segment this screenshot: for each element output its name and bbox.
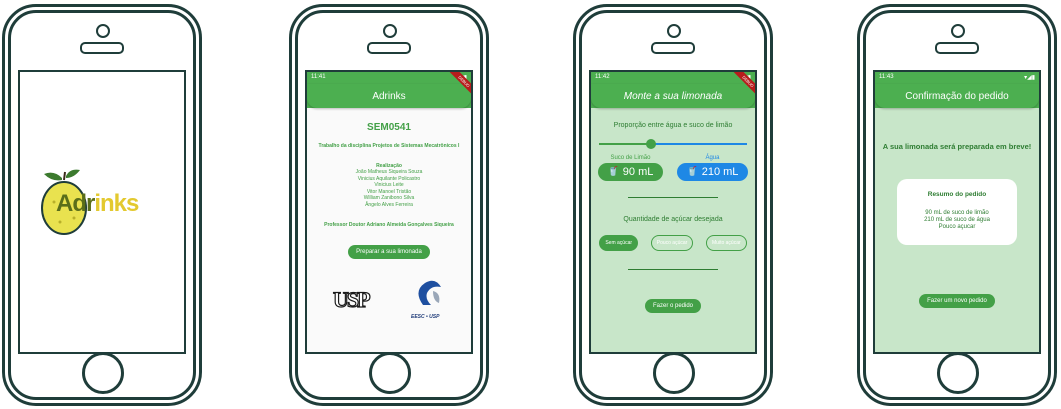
proportion-slider[interactable]	[599, 139, 747, 149]
status-bar: 11:41 ▾◢▮	[307, 72, 471, 84]
authors-list: João Matheus Siqueira Souza Vinicius Aqu…	[307, 169, 471, 208]
camera-icon	[667, 24, 681, 38]
config-screen: 11:42 ▾◢▮ Monte a sua limonada DEBUG Pro…	[589, 70, 757, 354]
prepare-lemonade-button[interactable]: Preparar a sua limonada	[348, 245, 430, 259]
speaker-icon	[935, 42, 979, 54]
adrinks-logo: Adrinks	[40, 168, 180, 238]
summary-line: 90 mL de suco de limão	[925, 210, 989, 216]
phone-home: 11:41 ▾◢▮ Adrinks DEBUG SEM0541 Trabalho…	[289, 4, 489, 406]
eesc-logo-text: EESC • USP	[411, 314, 440, 320]
slider-track-active	[599, 143, 651, 145]
sugar-option-none[interactable]: Sem açúcar	[599, 234, 639, 251]
header-block: 11:42 ▾◢▮ Monte a sua limonada	[591, 72, 755, 108]
water-volume-chip: 🥤 210 mL	[676, 162, 749, 181]
new-order-button[interactable]: Fazer um novo pedido	[919, 294, 995, 308]
status-time: 11:42	[595, 74, 610, 80]
order-summary-card: Resumo do pedido 90 mL de suco de limão …	[897, 179, 1017, 245]
water-label: Água	[705, 155, 720, 161]
lemon-value: 90 mL	[622, 165, 654, 178]
slider-thumb[interactable]	[645, 139, 656, 149]
divider	[628, 268, 718, 270]
confirmation-message: A sua limonada será preparada em breve!	[882, 142, 1032, 151]
home-button[interactable]	[653, 352, 695, 394]
place-order-button[interactable]: Fazer o pedido	[644, 298, 702, 313]
status-time: 11:41	[311, 74, 326, 80]
home-button[interactable]	[937, 352, 979, 394]
sugar-label: Quantidade de açúcar desejada	[623, 215, 723, 223]
home-screen: 11:41 ▾◢▮ Adrinks DEBUG SEM0541 Trabalho…	[305, 70, 473, 354]
splash-screen: Adrinks	[18, 70, 186, 354]
eesc-logo: EESC • USP	[411, 279, 451, 320]
confirm-screen: 11:43 ▾◢▮ Confirmação do pedido A sua li…	[873, 70, 1041, 354]
camera-icon	[383, 24, 397, 38]
speaker-icon	[651, 42, 695, 54]
app-bar: Confirmação do pedido	[875, 84, 1039, 108]
divider	[628, 196, 718, 198]
status-time: 11:43	[879, 74, 894, 80]
status-bar: 11:42 ▾◢▮	[591, 72, 755, 84]
logo-text-suffix: inks	[94, 190, 139, 217]
professor-name: Professor Doutor Adriano Almeida Gonçalv…	[324, 222, 454, 228]
app-title: Adrinks	[372, 90, 406, 102]
cup-icon: 🥤	[607, 166, 619, 176]
summary-title: Resumo do pedido	[927, 191, 987, 198]
camera-icon	[951, 24, 965, 38]
phone-splash: Adrinks	[2, 4, 202, 406]
lemon-volume-chip: 🥤 90 mL	[597, 162, 664, 181]
volume-chips: Suco de Limão 🥤 90 mL Água 🥤 210 mL	[591, 155, 755, 181]
cup-icon: 🥤	[686, 166, 698, 176]
sugar-option-much[interactable]: Muito açúcar	[706, 234, 747, 251]
subtitle: Trabalho da disciplina Projetos de Siste…	[318, 143, 460, 149]
lemon-label: Suco de Limão	[610, 155, 651, 161]
app-bar: Adrinks	[307, 84, 471, 108]
water-value: 210 mL	[701, 165, 739, 178]
proportion-label: Proporção entre água e suco de limão	[613, 122, 733, 129]
header-block: 11:43 ▾◢▮ Confirmação do pedido	[875, 72, 1039, 108]
speaker-icon	[80, 42, 124, 54]
usp-logo: USP	[332, 286, 371, 312]
phone-config: 11:42 ▾◢▮ Monte a sua limonada DEBUG Pro…	[573, 4, 773, 406]
home-button[interactable]	[82, 352, 124, 394]
logo-text-prefix: Adr	[56, 190, 95, 217]
course-code: SEM0541	[367, 122, 411, 133]
author-name: Ângelo Alves Ferreira	[365, 201, 413, 208]
slider-track-inactive	[650, 143, 747, 145]
camera-icon	[96, 24, 110, 38]
sugar-option-little[interactable]: Pouco açúcar	[650, 234, 694, 251]
app-title: Monte a sua limonada	[623, 90, 723, 102]
sugar-options: Sem açúcar Pouco açúcar Muito açúcar	[591, 234, 755, 251]
header-block: 11:41 ▾◢▮ Adrinks	[307, 72, 471, 108]
battery-icon: ▾◢▮	[1024, 75, 1035, 81]
eesc-emblem-icon	[418, 280, 441, 305]
status-bar: 11:43 ▾◢▮	[875, 72, 1039, 84]
app-bar: Monte a sua limonada	[591, 84, 755, 108]
summary-line: 210 mL de suco de água	[924, 217, 990, 223]
home-button[interactable]	[369, 352, 411, 394]
summary-line: Pouco açucar	[938, 224, 976, 230]
logos-row: USP EESC • USP	[307, 275, 471, 325]
app-title: Confirmação do pedido	[905, 90, 1009, 102]
phone-confirm: 11:43 ▾◢▮ Confirmação do pedido A sua li…	[857, 4, 1057, 406]
speaker-icon	[367, 42, 411, 54]
